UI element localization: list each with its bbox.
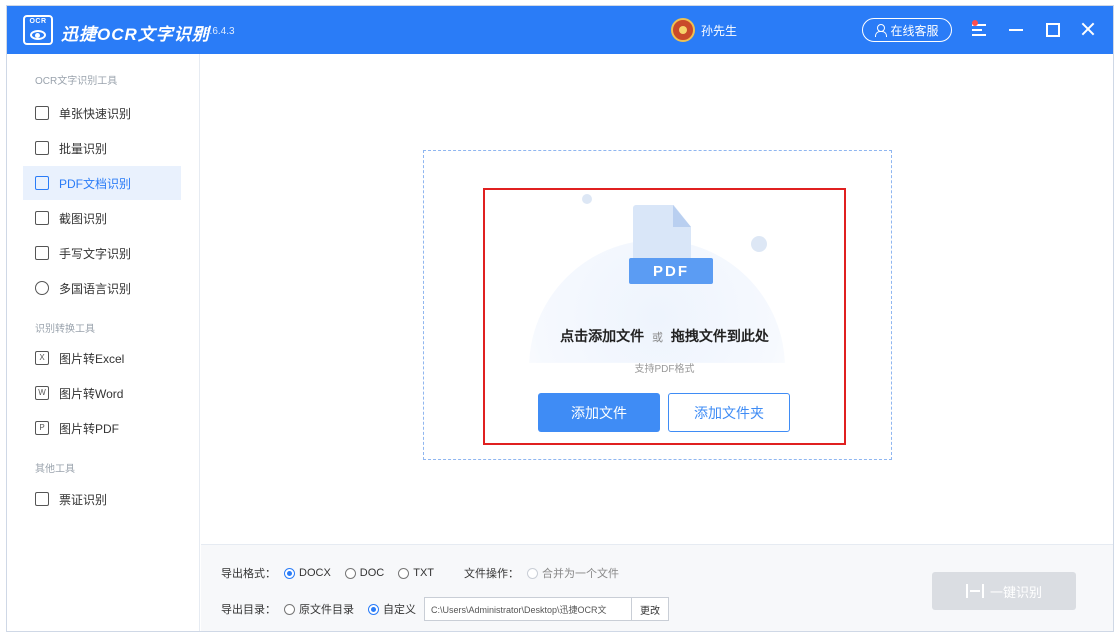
radio-docx[interactable] [284,567,295,579]
logo-text: OCR [29,18,47,25]
add-file-button[interactable]: 添加文件 [538,393,660,432]
pdf-icon [35,176,49,190]
sidebar-item-label: 图片转Excel [59,351,125,366]
export-path-input[interactable] [424,597,632,621]
menu-icon[interactable] [971,18,989,40]
sidebar-item-label: 批量识别 [59,141,108,156]
app-window: OCR 迅捷OCR文字识别 v8.6.4.3 孙先生 在线客服 OCR文字识别工… [6,5,1114,632]
supported-format-text: 支持PDF格式 [634,364,695,375]
sidebar-item-image-to-pdf[interactable]: P 图片转PDF [23,411,181,445]
batch-icon [35,141,49,155]
drag-here-text: 拖拽文件到此处 [670,328,769,344]
eye-icon [30,30,46,40]
click-add-text: 点击添加文件 [560,328,645,344]
sidebar-item-label: PDF文档识别 [59,176,132,191]
title-bar: OCR 迅捷OCR文字识别 v8.6.4.3 孙先生 在线客服 [7,6,1113,54]
sidebar-section-other: 其他工具 [35,464,75,475]
sidebar-item-handwriting-recognition[interactable]: 手写文字识别 [23,236,181,270]
pdf-convert-icon: P [35,421,49,435]
sidebar-section-ocr: OCR文字识别工具 [35,76,118,87]
screenshot-icon [35,211,49,225]
format-doc-label: DOC [359,567,385,579]
export-format-label: 导出格式： [221,568,276,580]
word-icon: W [35,386,49,400]
radio-original-dir[interactable] [284,603,295,615]
custom-dir-label: 自定义 [383,604,416,616]
sidebar-item-label: 单张快速识别 [59,106,132,121]
add-folder-button[interactable]: 添加文件夹 [668,393,790,432]
main-content: PDF 点击添加文件 或 拖拽文件到此处 支持PDF格式 添加文件 添加文件夹 [201,54,1113,544]
format-txt-label: TXT [413,567,435,579]
recognize-label: 一键识别 [989,584,1042,600]
app-title: 迅捷OCR文字识别 [61,25,210,44]
radio-txt[interactable] [398,567,410,579]
sidebar-item-label: 票证识别 [59,492,108,507]
sidebar-item-pdf-recognition[interactable]: PDF文档识别 [23,166,181,200]
one-click-recognize-button[interactable]: 一键识别 [932,572,1076,610]
sidebar-item-label: 手写文字识别 [59,246,132,261]
online-service-button[interactable]: 在线客服 [862,18,952,42]
sidebar-item-single-recognition[interactable]: 单张快速识别 [23,96,181,130]
app-version: v8.6.4.3 [199,26,235,37]
or-text: 或 [652,332,663,344]
maximize-icon[interactable] [1043,18,1061,40]
sidebar: OCR文字识别工具 单张快速识别 批量识别 PDF文档识别 截图识别 手写文字识… [7,54,200,631]
radio-custom-dir[interactable] [368,603,379,615]
merge-option[interactable]: 合并为一个文件 [527,565,619,581]
merge-label: 合并为一个文件 [542,568,620,580]
format-option-docx[interactable]: DOCX [284,567,331,579]
radio-merge[interactable] [527,567,539,579]
online-service-label: 在线客服 [890,23,939,38]
handwriting-icon [35,246,49,260]
globe-icon [35,281,49,295]
export-format-row: 导出格式： DOCX DOC TXT 文件操作： 合并为一个文件 [221,565,633,581]
sidebar-item-label: 多国语言识别 [59,281,132,296]
sidebar-item-label: 图片转PDF [59,421,120,436]
radio-doc[interactable] [344,567,356,579]
format-option-doc[interactable]: DOC [344,567,385,579]
sidebar-item-batch-recognition[interactable]: 批量识别 [23,131,181,165]
sidebar-item-image-to-excel[interactable]: X 图片转Excel [23,341,181,375]
notification-dot [972,20,978,26]
file-operation-label: 文件操作： [464,568,520,580]
drop-zone-title: 点击添加文件 或 拖拽文件到此处 [483,326,846,346]
single-image-icon [35,106,49,120]
original-dir-label: 原文件目录 [299,604,354,616]
avatar[interactable] [671,18,695,42]
user-account[interactable]: 孙先生 [671,18,737,42]
ticket-icon [35,492,49,506]
scan-icon [965,584,984,598]
sidebar-item-multilanguage-recognition[interactable]: 多国语言识别 [23,271,181,305]
sidebar-section-convert: 识别转换工具 [35,324,95,335]
excel-icon: X [35,351,49,365]
export-settings-bar: 导出格式： DOCX DOC TXT 文件操作： 合并为一个文件 导出目录： 原… [201,544,1113,631]
export-directory-row: 导出目录： 原文件目录 自定义 更改 [221,597,669,621]
sidebar-item-image-to-word[interactable]: W 图片转Word [23,376,181,410]
window-controls [971,18,1097,40]
sidebar-item-screenshot-recognition[interactable]: 截图识别 [23,201,181,235]
sidebar-item-label: 图片转Word [59,386,124,401]
person-icon [875,24,888,37]
minimize-icon[interactable] [1007,18,1025,40]
change-path-button[interactable]: 更改 [632,597,669,621]
export-directory-label: 导出目录： [221,604,276,616]
close-icon[interactable] [1079,18,1097,40]
dir-option-original[interactable]: 原文件目录 [284,601,354,617]
format-option-txt[interactable]: TXT [398,567,434,579]
user-name[interactable]: 孙先生 [701,22,737,39]
sidebar-item-ticket-recognition[interactable]: 票证识别 [23,482,181,516]
format-docx-label: DOCX [299,567,331,579]
app-logo-icon: OCR [23,15,53,45]
dir-option-custom[interactable]: 自定义 [368,601,416,617]
sidebar-item-label: 截图识别 [59,211,108,226]
